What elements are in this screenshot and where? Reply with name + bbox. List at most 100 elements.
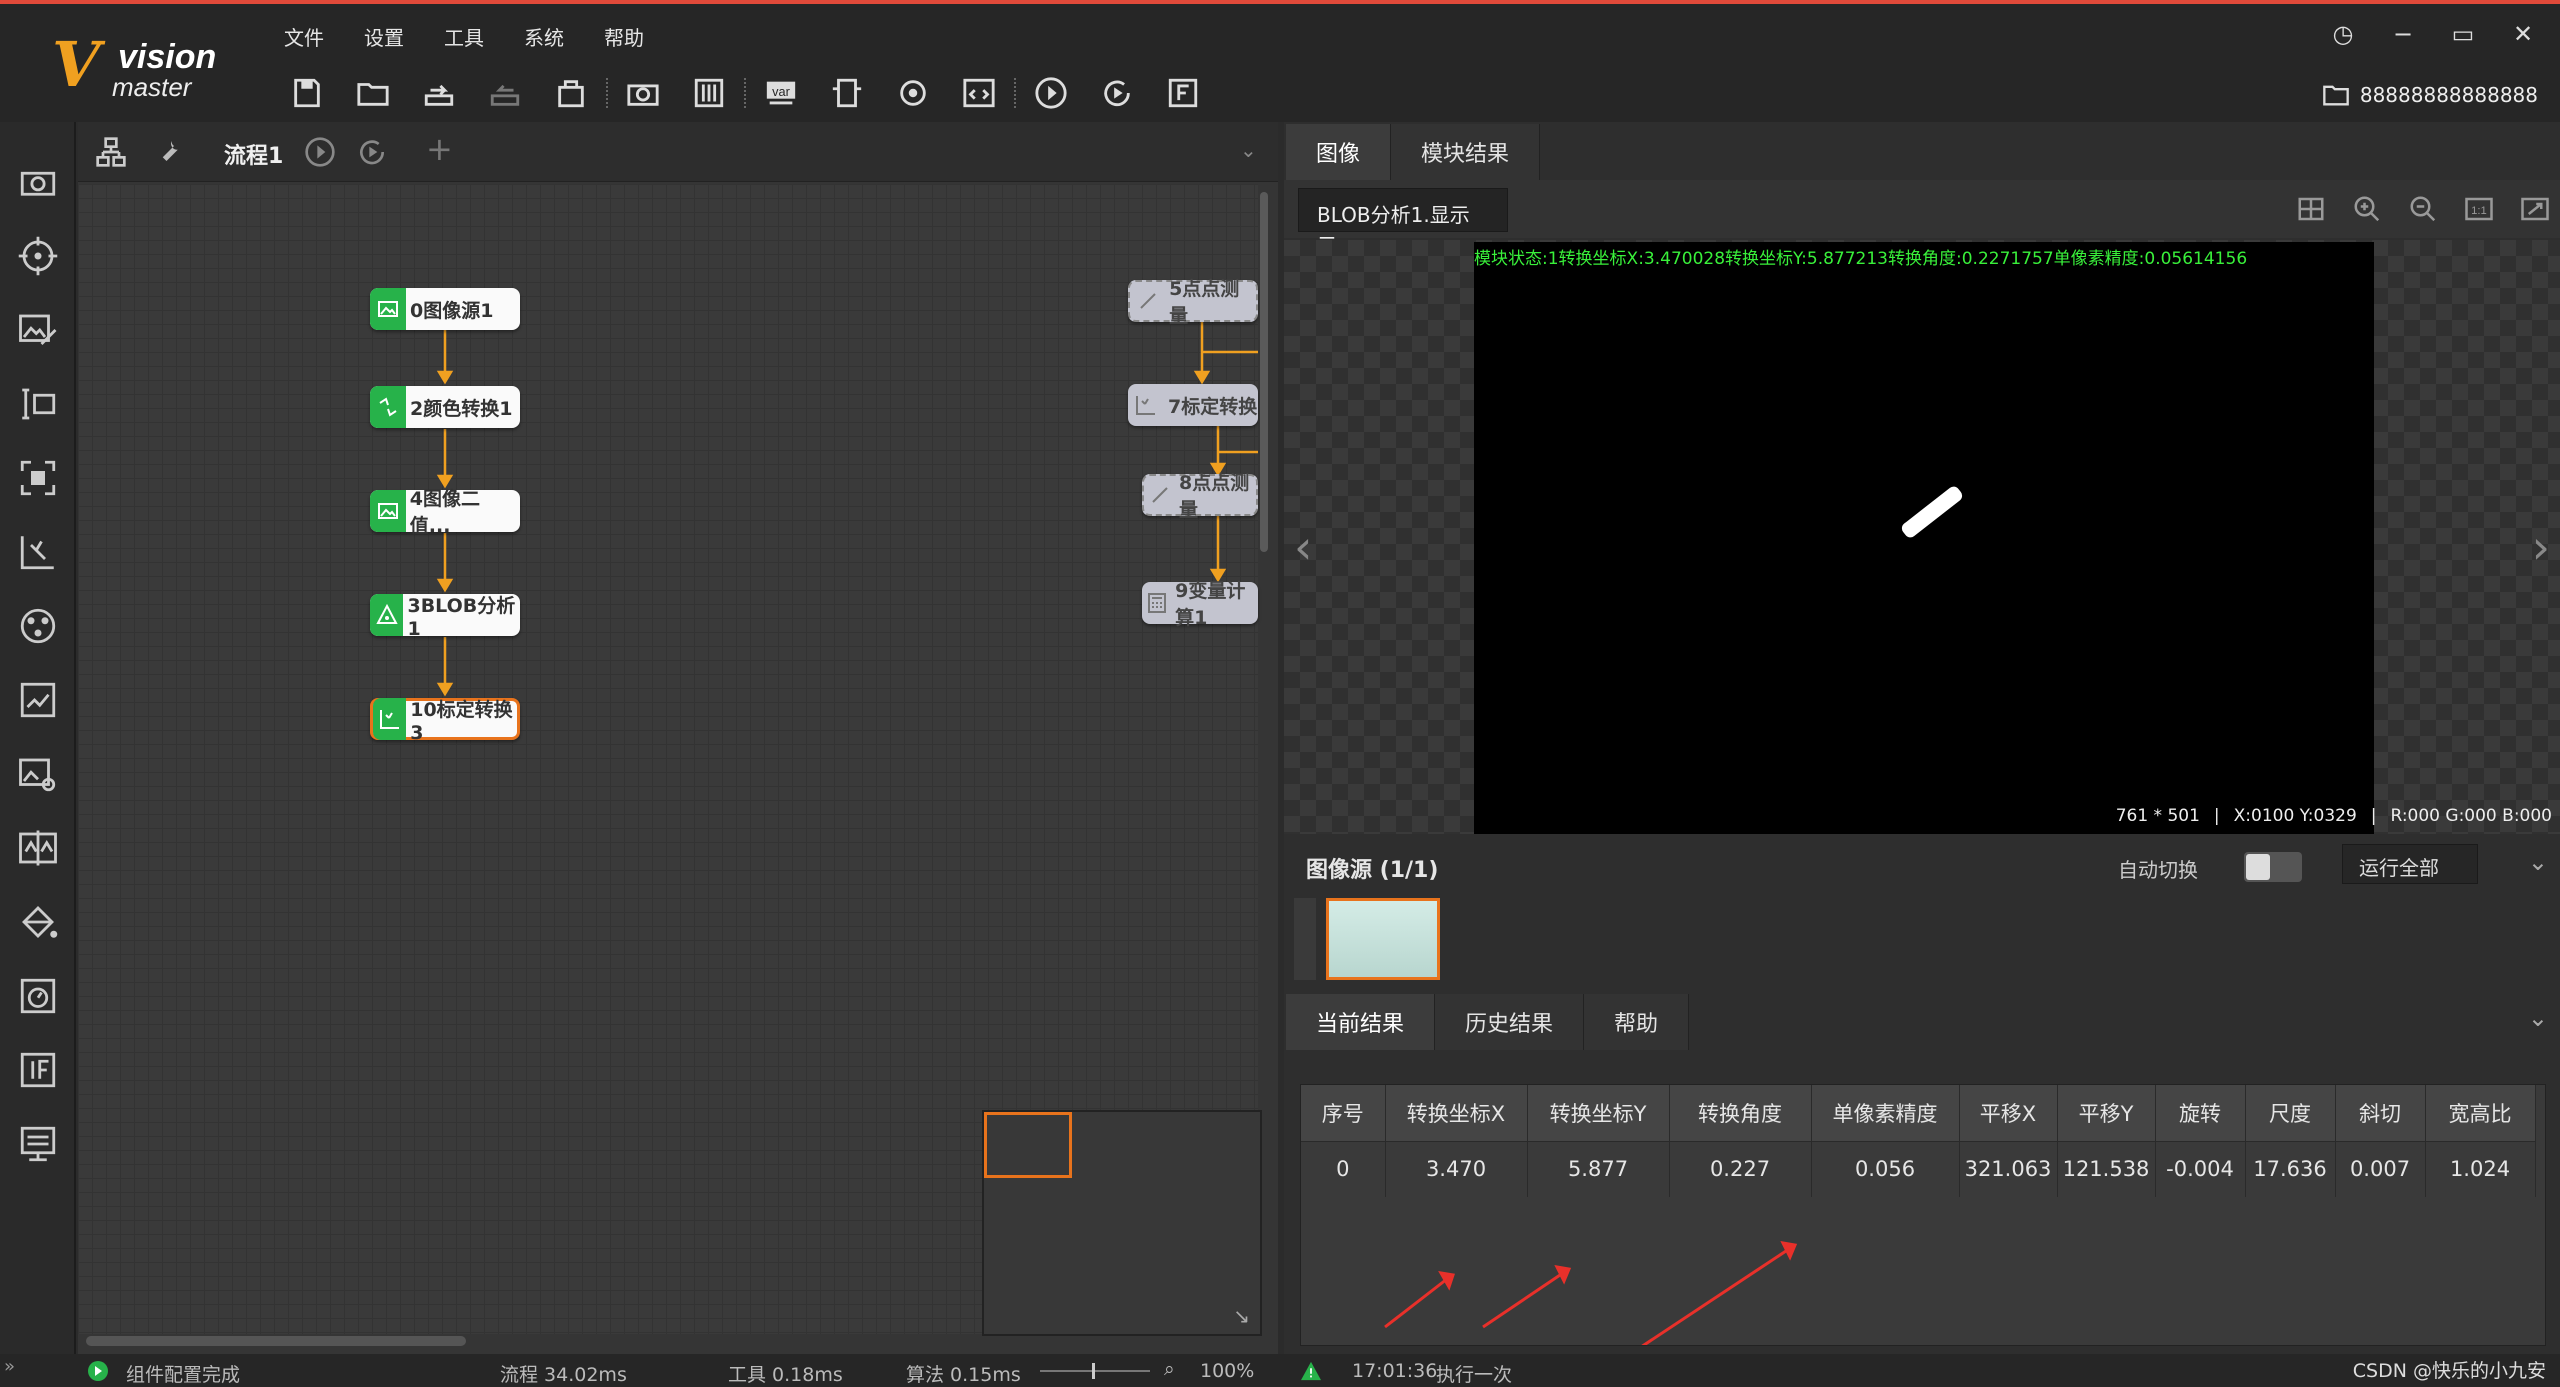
- save-button[interactable]: [284, 70, 330, 116]
- close-button[interactable]: ✕: [2508, 20, 2538, 48]
- flow-node-blob-analysis[interactable]: 3BLOB分析1: [370, 594, 520, 640]
- run-loop-button[interactable]: [1094, 70, 1140, 116]
- tab-current-results[interactable]: 当前结果: [1286, 994, 1436, 1050]
- flow-node-point-measure[interactable]: 5点点测量: [1128, 278, 1258, 327]
- lock-button[interactable]: [548, 70, 594, 116]
- column-header[interactable]: 序号: [1301, 1085, 1386, 1142]
- flow-node-calib-transform[interactable]: 10标定转换3: [370, 698, 520, 744]
- chevron-down-icon[interactable]: ⌄: [1240, 138, 1257, 162]
- sidebar-recognition[interactable]: [14, 380, 62, 428]
- auto-switch-toggle[interactable]: [2244, 852, 2302, 882]
- image-viewer[interactable]: 模块状态:1转换坐标X:3.470028转换坐标Y:5.877213转换角度:0…: [1284, 240, 2560, 834]
- hierarchy-icon[interactable]: [94, 136, 128, 168]
- sidebar-defect-detection[interactable]: [14, 824, 62, 872]
- column-header[interactable]: 宽高比: [2425, 1085, 2536, 1142]
- collapse-chevron-icon[interactable]: ⌄: [2528, 1004, 2548, 1032]
- zoom-slider-thumb[interactable]: [1092, 1363, 1095, 1379]
- minimap-viewport[interactable]: [984, 1112, 1072, 1178]
- sidebar-deep-learning[interactable]: [14, 454, 62, 502]
- thumbnail-expand-arrow[interactable]: [1294, 898, 1316, 980]
- next-image-arrow[interactable]: ›: [2532, 520, 2550, 574]
- camera-button[interactable]: [620, 70, 666, 116]
- operation-interface-button[interactable]: [1160, 70, 1206, 116]
- image-tabs: 图像 模块结果: [1286, 124, 1541, 180]
- import-button[interactable]: [416, 70, 462, 116]
- run-once-icon[interactable]: [304, 136, 336, 168]
- global-trigger-button[interactable]: [890, 70, 936, 116]
- sidebar-measurement[interactable]: [14, 306, 62, 354]
- column-header[interactable]: 转换角度: [1669, 1085, 1812, 1142]
- flow-horizontal-scrollbar[interactable]: [86, 1336, 466, 1346]
- export-button[interactable]: [482, 70, 528, 116]
- table-cell: 0.007: [2335, 1141, 2426, 1197]
- column-header[interactable]: 旋转: [2155, 1085, 2246, 1142]
- column-header[interactable]: 尺度: [2245, 1085, 2336, 1142]
- main-toolbar: var: [284, 70, 1226, 116]
- sidebar-alignment[interactable]: [14, 602, 62, 650]
- zoom-out-icon[interactable]: [2408, 194, 2438, 224]
- restore-button[interactable]: ▭: [2448, 20, 2478, 48]
- column-header[interactable]: 平移X: [1959, 1085, 2058, 1142]
- flow-node-point-measure-2[interactable]: 8点点测量: [1142, 472, 1258, 521]
- menu-system[interactable]: 系统: [524, 22, 564, 51]
- sidebar-if[interactable]: [14, 1046, 62, 1094]
- grid-icon[interactable]: [2296, 194, 2326, 224]
- zoom-slider[interactable]: [1040, 1370, 1150, 1372]
- column-header[interactable]: 转换坐标X: [1385, 1085, 1528, 1142]
- menu-help[interactable]: 帮助: [604, 22, 644, 51]
- run-all-select[interactable]: 运行全部: [2342, 844, 2478, 884]
- column-header[interactable]: 斜切: [2335, 1085, 2426, 1142]
- actual-size-icon[interactable]: 1:1: [2464, 194, 2494, 224]
- flow-node-variable-calc[interactable]: 9变量计算1: [1142, 580, 1258, 629]
- solution-path[interactable]: 88888888888888: [2322, 82, 2538, 108]
- wrench-icon[interactable]: [154, 136, 184, 166]
- tab-flow1[interactable]: 流程1: [224, 138, 283, 170]
- tab-history-results[interactable]: 历史结果: [1435, 994, 1585, 1050]
- sidebar-timer[interactable]: [14, 972, 62, 1020]
- expand-icon[interactable]: »: [4, 1356, 15, 1377]
- zoom-in-icon[interactable]: [2352, 194, 2382, 224]
- run-loop-icon[interactable]: [356, 136, 388, 168]
- tab-module-results[interactable]: 模块结果: [1391, 124, 1541, 180]
- network-icon: [20, 608, 56, 644]
- flow-vertical-scrollbar[interactable]: [1260, 192, 1268, 552]
- sidebar-image-acquire[interactable]: [14, 158, 62, 206]
- global-variable-button[interactable]: var: [758, 70, 804, 116]
- flow-time: 流程 34.02ms: [500, 1364, 627, 1386]
- table-row[interactable]: 0 3.470 5.877 0.227 0.056 321.063 121.538 -0.00…: [1301, 1141, 2536, 1197]
- flow-node-calib-transform-2[interactable]: 7标定转换: [1128, 384, 1258, 426]
- column-header[interactable]: 平移Y: [2057, 1085, 2156, 1142]
- flow-minimap[interactable]: ↘: [982, 1110, 1262, 1336]
- collapse-chevron-icon[interactable]: ⌄: [2528, 848, 2548, 876]
- history-icon[interactable]: ◷: [2328, 20, 2358, 48]
- sidebar-logic[interactable]: [14, 898, 62, 946]
- image-thumbnail[interactable]: [1326, 898, 1440, 980]
- flow-node-binarize[interactable]: 4图像二值...: [370, 488, 520, 537]
- communication-button[interactable]: [824, 70, 870, 116]
- run-once-button[interactable]: [1028, 70, 1074, 116]
- tab-image[interactable]: 图像: [1286, 124, 1392, 180]
- sidebar-positioning[interactable]: [14, 232, 62, 280]
- display-select[interactable]: BLOB分析1.显示二: [1298, 188, 1508, 256]
- fit-window-icon[interactable]: [2520, 194, 2550, 224]
- sidebar-image-processing[interactable]: [14, 676, 62, 724]
- column-header[interactable]: 转换坐标Y: [1527, 1085, 1670, 1142]
- tab-help[interactable]: 帮助: [1584, 994, 1690, 1050]
- column-header[interactable]: 单像素精度: [1811, 1085, 1960, 1142]
- flow-node-color-convert[interactable]: 2颜色转换1: [370, 386, 520, 428]
- open-button[interactable]: [350, 70, 396, 116]
- sidebar-communication[interactable]: [14, 1120, 62, 1168]
- minimize-button[interactable]: −: [2388, 20, 2418, 48]
- menu-settings[interactable]: 设置: [364, 22, 404, 51]
- sidebar-color-processing[interactable]: [14, 750, 62, 798]
- sidebar-calibration[interactable]: [14, 528, 62, 576]
- previous-image-arrow[interactable]: ‹: [1294, 520, 1312, 574]
- menu-tools[interactable]: 工具: [444, 22, 484, 51]
- menu-file[interactable]: 文件: [284, 22, 324, 51]
- controller-button[interactable]: [686, 70, 732, 116]
- script-button[interactable]: [956, 70, 1002, 116]
- add-flow-button[interactable]: +: [426, 130, 453, 168]
- flow-node-image-source[interactable]: 0图像源1: [370, 288, 520, 330]
- search-icon[interactable]: ⌕: [1164, 1358, 1175, 1380]
- resize-icon[interactable]: ↘: [1233, 1304, 1250, 1328]
